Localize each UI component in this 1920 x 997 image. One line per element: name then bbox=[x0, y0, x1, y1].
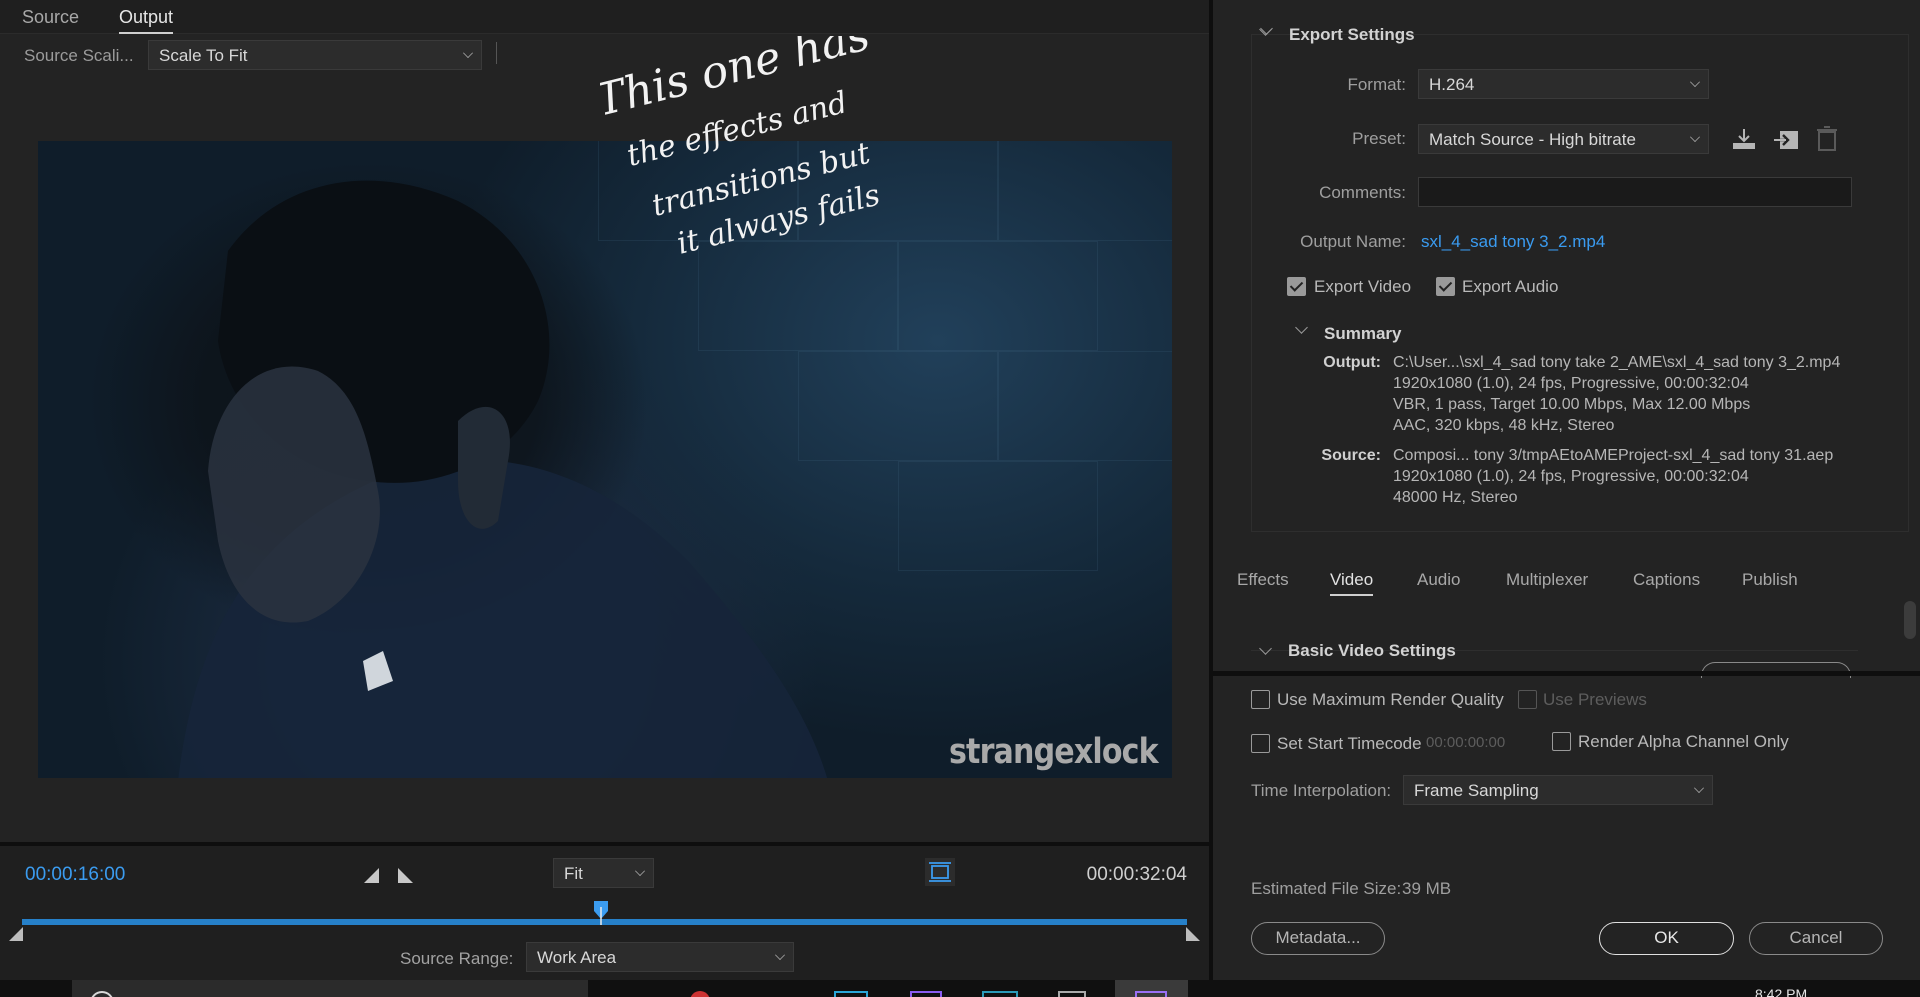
preset-label: Preset: bbox=[1352, 129, 1406, 148]
chevron-down-icon bbox=[1690, 77, 1700, 87]
preview-tabs: Source Output bbox=[0, 0, 1209, 34]
time-interpolation-label: Time Interpolation: bbox=[1251, 781, 1392, 800]
source-range-dropdown[interactable]: Work Area bbox=[526, 942, 794, 972]
format-value: H.264 bbox=[1429, 75, 1475, 94]
source-scaling-value: Scale To Fit bbox=[159, 46, 248, 65]
tab-multiplexer[interactable]: Multiplexer bbox=[1506, 570, 1588, 590]
mark-in-icon[interactable] bbox=[364, 868, 380, 884]
render-alpha-label: Render Alpha Channel Only bbox=[1578, 732, 1789, 751]
range-end-handle[interactable] bbox=[1186, 927, 1200, 941]
source-scaling-dropdown[interactable]: Scale To Fit bbox=[148, 40, 482, 70]
app-icon-red[interactable] bbox=[690, 991, 710, 997]
chevron-down-icon bbox=[635, 866, 645, 876]
app-icon-active[interactable] bbox=[1115, 980, 1188, 997]
app-icon-purple[interactable] bbox=[910, 991, 942, 997]
panel-divider[interactable] bbox=[1213, 671, 1920, 676]
export-audio-label: Export Audio bbox=[1462, 277, 1559, 296]
summary-source-audio: 48000 Hz, Stereo bbox=[1393, 489, 1518, 506]
divider bbox=[496, 42, 497, 64]
source-range-value: Work Area bbox=[537, 948, 617, 967]
cancel-button[interactable]: Cancel bbox=[1749, 922, 1883, 955]
aspect-ratio-icon[interactable] bbox=[925, 858, 955, 886]
export-settings-title[interactable]: Export Settings bbox=[1289, 25, 1415, 45]
estimated-size-value: 39 MB bbox=[1402, 879, 1452, 898]
zoom-value: Fit bbox=[564, 864, 583, 883]
tab-publish[interactable]: Publish bbox=[1742, 570, 1798, 590]
max-render-quality-label: Use Maximum Render Quality bbox=[1277, 690, 1504, 709]
delete-preset-icon[interactable] bbox=[1816, 126, 1838, 152]
tab-source[interactable]: Source bbox=[22, 7, 79, 28]
export-video-checkbox[interactable] bbox=[1287, 277, 1306, 296]
render-alpha-checkbox[interactable] bbox=[1552, 732, 1571, 751]
comments-label: Comments: bbox=[1319, 183, 1406, 202]
settings-tabs: Effects Video Audio Multiplexer Captions… bbox=[1213, 562, 1920, 602]
summary-source-key: Source: bbox=[1321, 447, 1381, 464]
time-interpolation-dropdown[interactable]: Frame Sampling bbox=[1403, 775, 1713, 805]
chevron-down-icon bbox=[463, 48, 473, 58]
start-timecode-value: 00:00:00:00 bbox=[1426, 734, 1506, 751]
summary-output-path: C:\User...\sxl_4_sad tony take 2_AME\sxl… bbox=[1393, 354, 1841, 371]
use-previews-label: Use Previews bbox=[1543, 690, 1647, 709]
summary-source-video: 1920x1080 (1.0), 24 fps, Progressive, 00… bbox=[1393, 468, 1749, 485]
app-icon-gray[interactable] bbox=[1058, 991, 1086, 997]
app-icon-teal[interactable] bbox=[982, 991, 1018, 997]
chevron-down-icon bbox=[775, 950, 785, 960]
export-audio-checkbox[interactable] bbox=[1436, 277, 1455, 296]
summary-output-audio: AAC, 320 kbps, 48 kHz, Stereo bbox=[1393, 417, 1615, 434]
set-start-timecode-label: Set Start Timecode bbox=[1277, 734, 1422, 753]
video-settings-area: Basic Video Settings bbox=[1213, 602, 1920, 678]
preview-panel: Source Output Source Scali... Scale To F… bbox=[0, 0, 1209, 980]
range-start-handle[interactable] bbox=[9, 927, 23, 941]
playhead-icon[interactable] bbox=[593, 901, 609, 925]
format-label: Format: bbox=[1347, 75, 1406, 94]
chevron-down-icon bbox=[1690, 132, 1700, 142]
app-icon-blue[interactable] bbox=[834, 991, 868, 997]
current-timecode[interactable]: 00:00:16:00 bbox=[25, 864, 125, 886]
export-video-label: Export Video bbox=[1314, 277, 1412, 296]
ok-button[interactable]: OK bbox=[1599, 922, 1734, 955]
timeline-panel: 00:00:16:00 Fit 00:00:32:04 Source Range… bbox=[0, 842, 1209, 980]
summary-source-path: Composi... tony 3/tmpAEtoAMEProject-sxl_… bbox=[1393, 447, 1834, 464]
panel-splitter[interactable] bbox=[1209, 0, 1213, 980]
tab-output[interactable]: Output bbox=[119, 7, 174, 34]
media-encoder-icon bbox=[1135, 991, 1167, 997]
end-timecode: 00:00:32:04 bbox=[1086, 864, 1187, 885]
metadata-button[interactable]: Metadata... bbox=[1251, 922, 1385, 955]
preset-value: Match Source - High bitrate bbox=[1429, 130, 1636, 149]
set-start-timecode-checkbox[interactable] bbox=[1251, 734, 1270, 753]
time-interpolation-value: Frame Sampling bbox=[1414, 781, 1539, 800]
summary-title[interactable]: Summary bbox=[1324, 324, 1401, 344]
taskbar-search[interactable] bbox=[72, 980, 588, 997]
handwritten-annotation: This one has the effects and transitions… bbox=[600, 36, 883, 256]
tab-effects[interactable]: Effects bbox=[1237, 570, 1289, 590]
format-dropdown[interactable]: H.264 bbox=[1418, 69, 1709, 99]
summary-output-key: Output: bbox=[1323, 354, 1381, 371]
basic-video-settings-title[interactable]: Basic Video Settings bbox=[1288, 641, 1456, 661]
summary-output-video: 1920x1080 (1.0), 24 fps, Progressive, 00… bbox=[1393, 375, 1749, 392]
source-scaling-label: Source Scali... bbox=[24, 46, 134, 65]
max-render-quality-checkbox[interactable] bbox=[1251, 690, 1270, 709]
scrollbar[interactable] bbox=[1904, 601, 1916, 639]
tab-audio[interactable]: Audio bbox=[1417, 570, 1460, 590]
zoom-dropdown[interactable]: Fit bbox=[553, 858, 654, 888]
use-previews-checkbox[interactable] bbox=[1518, 690, 1537, 709]
output-name-link[interactable]: sxl_4_sad tony 3_2.mp4 bbox=[1421, 232, 1605, 252]
tab-captions[interactable]: Captions bbox=[1633, 570, 1700, 590]
tab-video[interactable]: Video bbox=[1330, 570, 1374, 596]
estimated-size-label: Estimated File Size: bbox=[1251, 879, 1402, 898]
chevron-down-icon bbox=[1694, 783, 1704, 793]
mark-out-icon[interactable] bbox=[398, 868, 414, 884]
output-name-label: Output Name: bbox=[1300, 232, 1406, 251]
clock[interactable]: 8:42 PM bbox=[1755, 986, 1807, 997]
source-range-label: Source Range: bbox=[400, 949, 514, 968]
taskbar: 8:42 PM bbox=[0, 980, 1920, 997]
import-preset-icon[interactable] bbox=[1772, 127, 1800, 151]
comments-input[interactable] bbox=[1418, 177, 1852, 207]
summary-output-bitrate: VBR, 1 pass, Target 10.00 Mbps, Max 12.0… bbox=[1393, 396, 1751, 413]
export-settings-panel: Export Settings Format: H.264 Preset: Ma… bbox=[1213, 0, 1920, 980]
watermark: strangexlock bbox=[949, 732, 1159, 772]
save-preset-icon[interactable] bbox=[1731, 127, 1757, 151]
preset-dropdown[interactable]: Match Source - High bitrate bbox=[1418, 124, 1709, 154]
